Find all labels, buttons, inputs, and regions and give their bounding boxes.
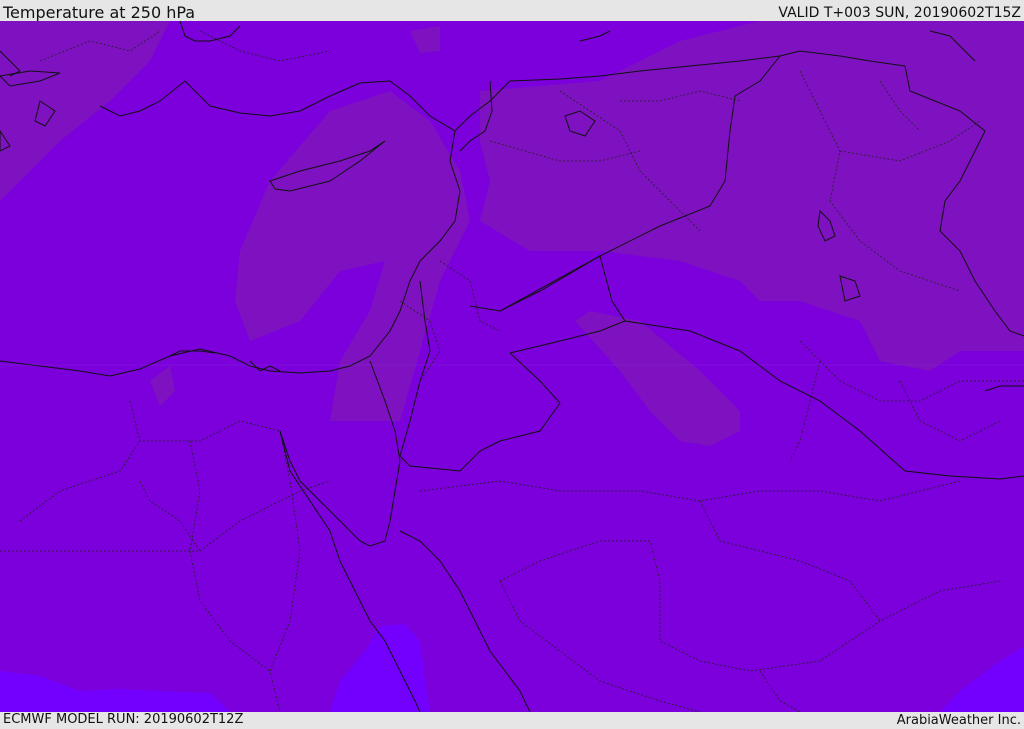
map-canvas bbox=[0, 21, 1024, 712]
valid-time-label: VALID T+003 SUN, 20190602T15Z bbox=[778, 5, 1021, 21]
model-run-label: ECMWF MODEL RUN: 20190602T12Z bbox=[3, 712, 244, 727]
weather-map[interactable] bbox=[0, 21, 1024, 712]
map-header: Temperature at 250 hPa VALID T+003 SUN, … bbox=[0, 0, 1024, 22]
map-title: Temperature at 250 hPa bbox=[3, 3, 196, 22]
map-footer: ECMWF MODEL RUN: 20190602T12Z ArabiaWeat… bbox=[0, 712, 1024, 729]
credit-label: ArabiaWeather Inc. bbox=[896, 713, 1021, 728]
